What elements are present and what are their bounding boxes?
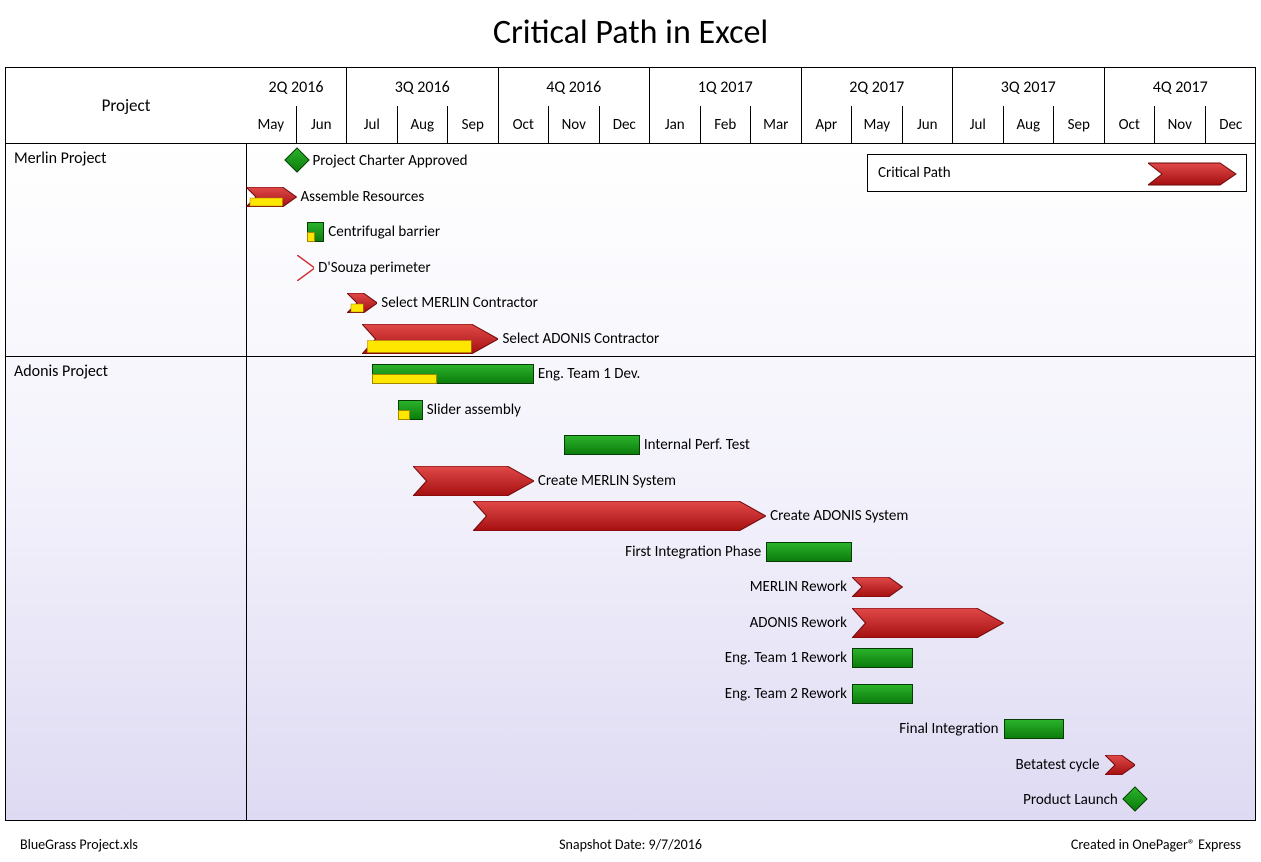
task-label: Product Launch <box>1023 790 1118 810</box>
task-label: Slider assembly <box>427 400 521 420</box>
task-marker <box>297 250 315 286</box>
task-bar <box>852 684 913 704</box>
task-row: Slider assembly <box>246 392 1255 428</box>
task-row: Final Integration <box>246 711 1255 747</box>
critical-task-bar <box>852 605 1004 641</box>
task-label: MERLIN Rework <box>750 577 847 597</box>
task-label: First Integration Phase <box>625 542 761 562</box>
critical-task-bar <box>413 463 534 499</box>
task-row: Product Launch <box>246 782 1255 818</box>
task-label: Eng. Team 2 Rework <box>725 684 847 704</box>
critical-task-bar <box>246 179 297 215</box>
critical-task-bar <box>1105 747 1135 783</box>
quarter-cell: 4Q 2017 <box>1105 68 1257 106</box>
critical-task-bar <box>362 321 498 357</box>
quarter-cell: 2Q 2016 <box>246 68 347 106</box>
task-row: Select ADONIS Contractor <box>246 321 1255 357</box>
month-cell: Mar <box>751 106 802 143</box>
quarter-row: 2Q 20163Q 20164Q 20161Q 20172Q 20173Q 20… <box>246 68 1255 107</box>
task-row: Eng. Team 1 Rework <box>246 640 1255 676</box>
month-cell: Dec <box>1206 106 1257 143</box>
month-cell: Jul <box>347 106 398 143</box>
task-label: Project Charter Approved <box>313 151 468 171</box>
milestone-icon <box>284 147 309 172</box>
month-cell: Nov <box>1155 106 1206 143</box>
task-row: Internal Perf. Test <box>246 427 1255 463</box>
chart-title: Critical Path in Excel <box>4 12 1257 53</box>
task-row: Select MERLIN Contractor <box>246 285 1255 321</box>
month-cell: Oct <box>1105 106 1156 143</box>
task-row: Eng. Team 1 Dev. <box>246 356 1255 392</box>
footer: BlueGrass Project.xls Snapshot Date: 9/7… <box>4 836 1257 858</box>
project-column-header: Project <box>6 68 247 144</box>
task-bar <box>564 435 640 455</box>
swimlane-column: Merlin Project Adonis Project <box>6 143 247 820</box>
quarter-cell: 3Q 2017 <box>953 68 1105 106</box>
month-cell: Jan <box>650 106 701 143</box>
progress-overlay <box>372 374 437 384</box>
task-label: Eng. Team 1 Rework <box>725 648 847 668</box>
month-cell: May <box>852 106 903 143</box>
month-cell: Sep <box>448 106 499 143</box>
task-row: Eng. Team 2 Rework <box>246 676 1255 712</box>
month-row: MayJunJulAugSepOctNovDecJanFebMarAprMayJ… <box>246 106 1255 144</box>
quarter-cell: 1Q 2017 <box>650 68 802 106</box>
task-label: Select ADONIS Contractor <box>503 329 660 349</box>
month-cell: Sep <box>1054 106 1105 143</box>
task-label: Betatest cycle <box>1015 755 1099 775</box>
page: Critical Path in Excel Project 2Q 20163Q… <box>0 0 1261 862</box>
month-cell: Jun <box>903 106 954 143</box>
task-bar <box>852 648 913 668</box>
month-cell: Aug <box>398 106 449 143</box>
milestone-icon <box>1122 786 1147 811</box>
task-row: Betatest cycle <box>246 747 1255 783</box>
task-row: Create MERLIN System <box>246 463 1255 499</box>
task-label: Centrifugal barrier <box>328 222 440 242</box>
task-row: D'Souza perimeter <box>246 250 1255 286</box>
task-row: Create ADONIS System <box>246 498 1255 534</box>
task-row: Centrifugal barrier <box>246 214 1255 250</box>
task-bar <box>1004 719 1065 739</box>
task-row: MERLIN Rework <box>246 569 1255 605</box>
month-cell: Apr <box>802 106 853 143</box>
footer-credit: Created in OnePager® Express <box>1071 836 1241 858</box>
month-cell: Dec <box>600 106 651 143</box>
quarter-cell: 4Q 2016 <box>499 68 651 106</box>
legend: Critical Path <box>867 154 1247 192</box>
swimlane-label: Merlin Project <box>6 143 115 174</box>
task-label: Final Integration <box>899 719 998 739</box>
task-bar <box>766 542 852 562</box>
month-cell: Feb <box>701 106 752 143</box>
month-cell: Jun <box>297 106 348 143</box>
month-cell: Aug <box>1004 106 1055 143</box>
task-row: ADONIS Rework <box>246 605 1255 641</box>
task-label: D'Souza perimeter <box>318 258 430 278</box>
progress-overlay <box>307 232 316 242</box>
swimlane-label: Adonis Project <box>6 356 116 387</box>
gantt-chart: Project 2Q 20163Q 20164Q 20161Q 20172Q 2… <box>5 67 1256 821</box>
task-label: Create MERLIN System <box>538 471 676 491</box>
task-label: Eng. Team 1 Dev. <box>538 364 640 384</box>
legend-label: Critical Path <box>878 164 951 182</box>
month-cell: Nov <box>549 106 600 143</box>
task-label: Select MERLIN Contractor <box>381 293 538 313</box>
month-cell: May <box>246 106 297 143</box>
critical-task-bar <box>347 285 377 321</box>
quarter-cell: 3Q 2016 <box>347 68 499 106</box>
footer-date: Snapshot Date: 9/7/2016 <box>4 836 1257 853</box>
task-label: ADONIS Rework <box>750 613 847 633</box>
task-label: Create ADONIS System <box>770 506 908 526</box>
task-label: Internal Perf. Test <box>644 435 750 455</box>
month-cell: Oct <box>499 106 550 143</box>
critical-task-bar <box>473 498 766 534</box>
plot-area: Project Charter Approved Assemble Resour… <box>246 143 1255 820</box>
month-cell: Jul <box>953 106 1004 143</box>
critical-task-bar <box>852 569 903 605</box>
footer-file: BlueGrass Project.xls <box>20 836 138 858</box>
quarter-cell: 2Q 2017 <box>802 68 954 106</box>
progress-overlay <box>398 410 411 420</box>
task-row: First Integration Phase <box>246 534 1255 570</box>
critical-path-icon <box>1148 161 1238 187</box>
task-label: Assemble Resources <box>301 187 425 207</box>
